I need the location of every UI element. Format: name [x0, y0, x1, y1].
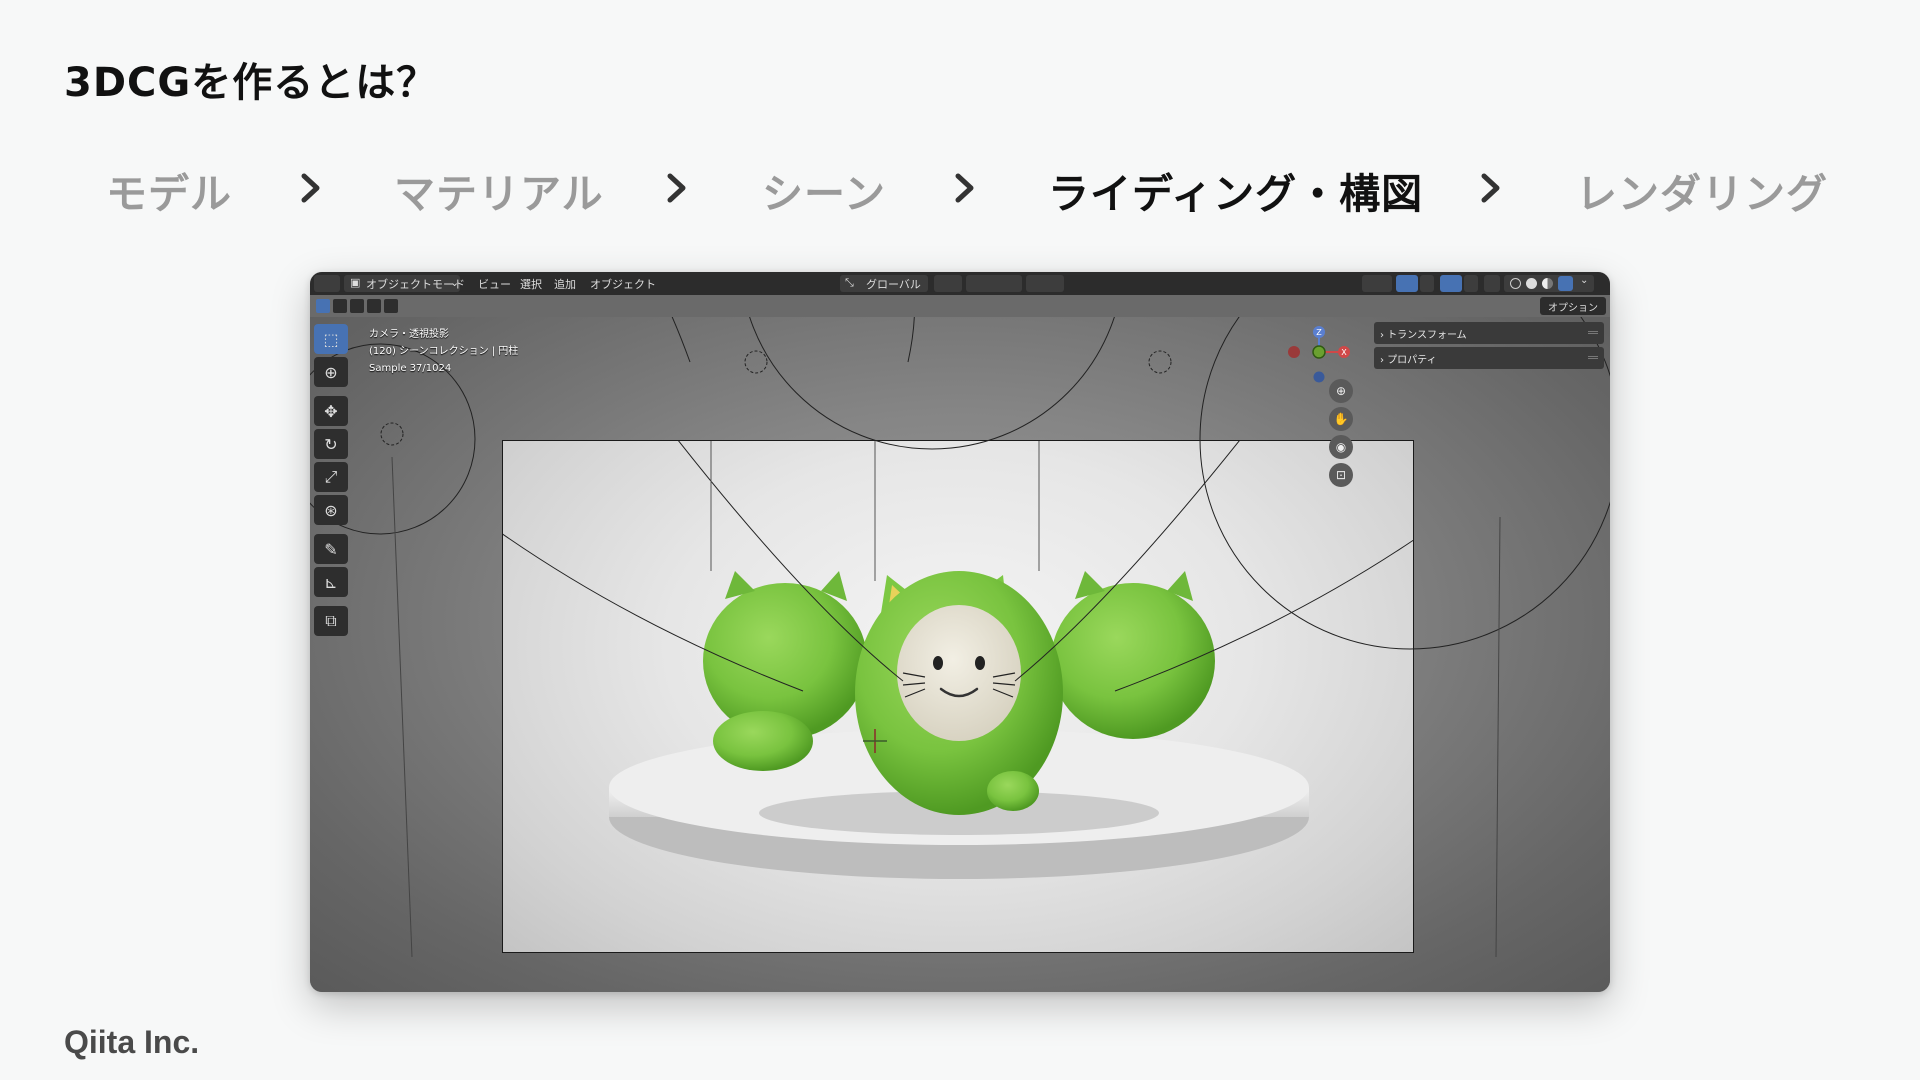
view-name: カメラ・透視投影 [369, 329, 449, 340]
options-tab[interactable]: オプション [1540, 297, 1606, 315]
neg-x-axis-handle[interactable] [1288, 346, 1300, 358]
footer-company: Qiita Inc. [64, 1024, 200, 1060]
rendered-shading-icon[interactable] [1558, 276, 1573, 291]
snap-button[interactable] [966, 275, 1022, 292]
point-light-icon[interactable] [744, 350, 768, 374]
overlay-dropdown[interactable] [1464, 275, 1478, 292]
overlay-toggle-button[interactable] [1440, 275, 1462, 292]
viewport-info-overlay: カメラ・透視投影 (120) シーンコレクション | 円柱 Sample 37/… [369, 326, 518, 377]
proportional-edit-button[interactable] [1026, 275, 1064, 292]
select-box-tool[interactable]: ⬚ [314, 324, 348, 354]
sidebar-n-panel: › トランスフォーム › プロパティ [1374, 322, 1604, 372]
add-cube-tool[interactable]: ⧉ [314, 606, 348, 636]
3d-viewport[interactable] [310, 317, 1610, 992]
material-shading-icon[interactable] [1542, 278, 1553, 289]
orientation-label: グローバル [866, 278, 921, 291]
tool-header: オプション [310, 295, 1610, 317]
shading-mode-buttons[interactable]: ⌄ [1504, 275, 1594, 292]
step-lighting-composition: ライディング・構図 [1048, 170, 1424, 218]
camera-view-icon[interactable]: ◉ [1329, 435, 1353, 459]
annotate-tool[interactable]: ✎ [314, 534, 348, 564]
x-axis-label: X [1341, 348, 1347, 357]
collection-info: (120) シーンコレクション | 円柱 [369, 346, 519, 357]
pan-hand-icon[interactable]: ✋ [1329, 407, 1353, 431]
step-material: マテリアル [394, 170, 604, 218]
neg-z-axis-handle[interactable] [1313, 371, 1325, 383]
workflow-steps: モデル マテリアル シーン ライディング・構図 レンダリング [0, 160, 1920, 220]
select-subtract-icon[interactable] [350, 299, 364, 313]
viewport-header: ▣ オブジェクトモード ⌄ ビュー 選択 追加 オブジェクト ⤡ グローバル ⌄ [310, 272, 1610, 295]
measure-tool[interactable]: ⊾ [314, 567, 348, 597]
point-light-icon[interactable] [380, 422, 404, 446]
gizmo-dropdown[interactable] [1420, 275, 1434, 292]
lock-icon[interactable]: ⊡ [1329, 463, 1353, 487]
slide-title: 3DCGを作るとは？ [64, 60, 438, 106]
chevron-down-icon[interactable]: ⌄ [1580, 275, 1588, 286]
drag-handle-icon[interactable] [1588, 331, 1598, 334]
chevron-down-icon: ⌄ [450, 276, 460, 289]
step-scene: シーン [762, 170, 886, 218]
light-wireframes [310, 317, 1610, 958]
menu-add[interactable]: 追加 [554, 276, 576, 292]
panel-transform[interactable]: › トランスフォーム [1374, 322, 1604, 344]
chevron-right-icon: › [1380, 355, 1384, 366]
step-model: モデル [106, 170, 232, 218]
z-axis-label: Z [1316, 328, 1322, 337]
chevron-right-icon [1470, 168, 1510, 208]
transform-tool[interactable]: ⊛ [314, 495, 348, 525]
drag-handle-icon[interactable] [1588, 356, 1598, 359]
select-extend-icon[interactable] [333, 299, 347, 313]
chevron-right-icon [290, 168, 330, 208]
cursor-tool[interactable]: ⊕ [314, 357, 348, 387]
step-rendering: レンダリング [1576, 170, 1828, 218]
point-light-icon[interactable] [1148, 350, 1172, 374]
menu-object[interactable]: オブジェクト [590, 276, 656, 292]
zoom-icon[interactable]: ⊕ [1329, 379, 1353, 403]
orientation-icon: ⤡ [845, 276, 854, 289]
rotate-tool[interactable]: ↻ [314, 429, 348, 459]
gizmo-toggle-button[interactable] [1396, 275, 1418, 292]
wireframe-shading-icon[interactable] [1510, 278, 1521, 289]
mode-icon: ▣ [350, 276, 361, 289]
menu-view[interactable]: ビュー [478, 276, 511, 292]
chevron-right-icon [944, 168, 984, 208]
solid-shading-icon[interactable] [1526, 278, 1537, 289]
scale-tool[interactable]: ⤢ [314, 462, 348, 492]
render-samples: Sample 37/1024 [369, 363, 452, 374]
xray-toggle-button[interactable] [1484, 275, 1500, 292]
blender-window: ▣ オブジェクトモード ⌄ ビュー 選択 追加 オブジェクト ⤡ グローバル ⌄ [310, 272, 1610, 992]
select-invert-icon[interactable] [367, 299, 381, 313]
move-tool[interactable]: ✥ [314, 396, 348, 426]
tool-shelf: ⬚ ⊕ ✥ ↻ ⤢ ⊛ ✎ ⊾ ⧉ [314, 324, 350, 639]
pivot-point-button[interactable] [934, 275, 962, 292]
visibility-button[interactable] [1362, 275, 1392, 292]
chevron-right-icon: › [1380, 330, 1384, 341]
select-new-icon[interactable] [316, 299, 330, 313]
y-axis-handle[interactable] [1312, 345, 1326, 359]
select-intersect-icon[interactable] [384, 299, 398, 313]
menu-select[interactable]: 選択 [520, 276, 542, 292]
editor-type-button[interactable] [314, 275, 340, 292]
panel-properties[interactable]: › プロパティ [1374, 347, 1604, 369]
chevron-right-icon [656, 168, 696, 208]
